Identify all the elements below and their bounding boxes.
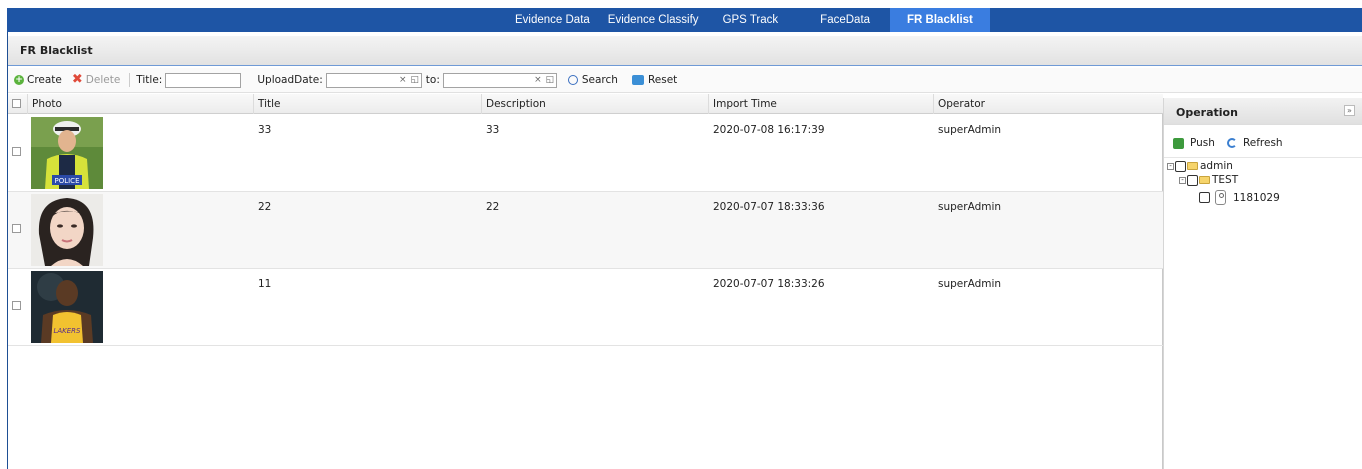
tree-checkbox[interactable]: [1199, 192, 1210, 203]
refresh-button[interactable]: Refresh: [1226, 137, 1283, 149]
column-header-import-time[interactable]: Import Time: [709, 94, 934, 114]
refresh-icon: [1226, 138, 1237, 148]
search-icon: [567, 75, 578, 85]
tree-node-admin[interactable]: - admin: [1167, 160, 1233, 172]
tab-facedata[interactable]: FaceData: [812, 8, 878, 32]
tree-checkbox[interactable]: [1175, 160, 1186, 172]
top-navigation: Evidence Data Evidence Classify GPS Trac…: [0, 0, 1362, 32]
table-row[interactable]: LAKERS 11 2020-07-07 18:33:26 superAdmin: [8, 269, 1163, 346]
person-icon: [1215, 190, 1226, 205]
toolbar: + Create ✖ Delete Title: UploadDate: × ◱…: [8, 68, 1362, 93]
operation-panel: Operation » Push Refresh - admin - TEST …: [1163, 98, 1362, 469]
collapse-icon[interactable]: »: [1344, 105, 1355, 116]
delete-label: Delete: [85, 74, 121, 86]
collapse-toggle-icon[interactable]: -: [1179, 176, 1186, 184]
reset-icon: [631, 75, 644, 85]
search-label: Search: [581, 74, 618, 86]
push-label: Push: [1190, 137, 1215, 149]
column-header-title[interactable]: Title: [254, 94, 482, 114]
select-all-checkbox[interactable]: [12, 99, 21, 108]
create-button[interactable]: + Create: [11, 70, 65, 90]
row-import-time: 2020-07-07 18:33:26: [713, 278, 825, 290]
reset-label: Reset: [647, 74, 678, 86]
row-operator: superAdmin: [938, 201, 1002, 213]
row-title: 11: [258, 278, 272, 290]
svg-text:POLICE: POLICE: [54, 177, 79, 185]
to-label: to:: [425, 74, 440, 86]
tree-label: 1181029: [1233, 191, 1280, 204]
row-description: [482, 269, 486, 346]
row-import-time: 2020-07-07 18:33:36: [713, 201, 825, 213]
tree-checkbox[interactable]: [1187, 174, 1198, 186]
grid-header: Photo Title Description Import Time Oper…: [8, 94, 1163, 114]
operation-header: Operation »: [1164, 98, 1362, 125]
row-operator: superAdmin: [938, 278, 1002, 290]
clear-icon[interactable]: ×: [532, 74, 544, 87]
row-title: 22: [258, 201, 272, 213]
operation-title: Operation: [1176, 106, 1238, 119]
row-description: 22: [486, 201, 500, 213]
row-checkbox[interactable]: [12, 147, 21, 156]
column-header-photo[interactable]: Photo: [28, 94, 254, 114]
upload-date-from-input[interactable]: [326, 73, 397, 87]
tab-evidence-data[interactable]: Evidence Data: [507, 8, 598, 32]
delete-icon: ✖: [71, 72, 83, 87]
tab-fr-blacklist[interactable]: FR Blacklist: [890, 8, 990, 32]
row-title: 33: [258, 124, 272, 136]
row-description: 33: [486, 124, 500, 136]
table-row[interactable]: POLICE 33 33 2020-07-08 16:17:39 superAd…: [8, 115, 1163, 192]
top-nav-bar: Evidence Data Evidence Classify GPS Trac…: [7, 8, 1362, 32]
search-button[interactable]: Search: [565, 70, 621, 90]
push-icon: [1173, 137, 1184, 149]
title-input[interactable]: [165, 72, 242, 88]
tree-node-test[interactable]: - TEST: [1179, 174, 1238, 186]
column-header-operator[interactable]: Operator: [934, 94, 1163, 114]
page-title: FR Blacklist: [20, 44, 93, 57]
row-checkbox[interactable]: [12, 301, 21, 310]
title-label: Title:: [136, 74, 163, 86]
column-header-description[interactable]: Description: [482, 94, 709, 114]
folder-icon: [1187, 162, 1198, 170]
table-row[interactable]: 22 22 2020-07-07 18:33:36 superAdmin: [8, 192, 1163, 269]
plus-icon: +: [14, 75, 24, 85]
upload-date-label: UploadDate:: [257, 74, 323, 86]
row-operator: superAdmin: [938, 124, 1002, 136]
police-officer-photo: POLICE: [31, 117, 103, 189]
tree-label: admin: [1200, 160, 1233, 172]
main-panel: FR Blacklist + Create ✖ Delete Title: Up…: [7, 32, 1362, 469]
svg-text:LAKERS: LAKERS: [53, 327, 81, 335]
tree-label: TEST: [1212, 174, 1239, 186]
tab-evidence-classify[interactable]: Evidence Classify: [600, 8, 707, 32]
woman-portrait-photo: [31, 194, 103, 266]
row-import-time: 2020-07-08 16:17:39: [713, 124, 825, 136]
select-all-cell: [8, 94, 28, 114]
refresh-label: Refresh: [1242, 137, 1283, 149]
collapse-toggle-icon[interactable]: -: [1167, 162, 1174, 170]
panel-title-bar: FR Blacklist: [8, 36, 1362, 66]
create-label: Create: [27, 74, 62, 86]
upload-date-to-input[interactable]: [443, 73, 532, 87]
upload-date-to[interactable]: × ◱: [442, 72, 557, 88]
tree-node-device[interactable]: 1181029: [1199, 190, 1280, 205]
clear-icon[interactable]: ×: [397, 74, 409, 87]
tab-gps-track[interactable]: GPS Track: [715, 8, 787, 32]
delete-button[interactable]: ✖ Delete: [69, 70, 123, 90]
calendar-icon[interactable]: ◱: [544, 74, 556, 87]
nav-tabs: Evidence Data Evidence Classify GPS Trac…: [507, 8, 990, 32]
row-checkbox[interactable]: [12, 224, 21, 233]
toolbar-separator: [129, 73, 131, 87]
reset-button[interactable]: Reset: [629, 70, 680, 90]
divider: [1164, 157, 1362, 158]
upload-date-from[interactable]: × ◱: [325, 72, 422, 88]
operation-toolbar: Push Refresh: [1173, 137, 1295, 149]
push-button[interactable]: Push: [1173, 137, 1215, 149]
blacklist-grid: Photo Title Description Import Time Oper…: [8, 94, 1163, 469]
basketball-player-photo: LAKERS: [31, 271, 103, 343]
folder-icon: [1199, 176, 1210, 184]
calendar-icon[interactable]: ◱: [409, 74, 421, 87]
